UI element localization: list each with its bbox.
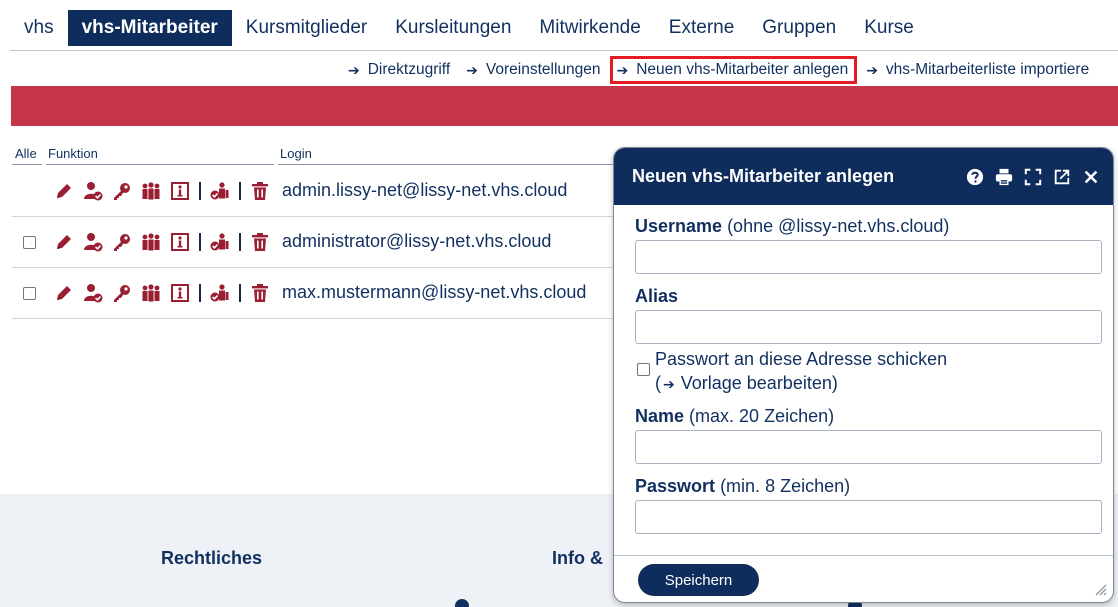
name-input[interactable] bbox=[635, 430, 1102, 464]
header-banner bbox=[11, 86, 1118, 126]
assign-user-icon[interactable] bbox=[210, 232, 230, 252]
nav-divider bbox=[10, 50, 1118, 51]
table-row: administrator@lissy-net.vhs.cloud bbox=[12, 218, 632, 268]
arrow-right-icon: ➔ bbox=[616, 61, 629, 78]
login-link[interactable]: admin.lissy-net@lissy-net.vhs.cloud bbox=[282, 180, 567, 201]
footer-heading-rechtliches: Rechtliches bbox=[161, 548, 263, 568]
link-label: vhs-Mitarbeiterliste importiere bbox=[885, 61, 1090, 78]
tab-externe[interactable]: Externe bbox=[655, 10, 748, 46]
tab-kurse[interactable]: Kurse bbox=[850, 10, 928, 46]
username-label: Username (ohne @lissy-net.vhs.cloud) bbox=[635, 216, 950, 236]
table-row: max.mustermann@lissy-net.vhs.cloud bbox=[12, 269, 632, 319]
table-row: admin.lissy-net@lissy-net.vhs.cloud bbox=[12, 167, 632, 217]
footer-heading-info: Info & bbox=[552, 548, 603, 568]
alias-label: Alias bbox=[635, 286, 679, 306]
link-voreinstellungen[interactable]: ➔ Voreinstellungen bbox=[466, 61, 600, 79]
print-icon[interactable] bbox=[994, 167, 1014, 187]
link-direktzugriff[interactable]: ➔ Direktzugriff bbox=[348, 61, 450, 79]
link-label: Direktzugriff bbox=[367, 61, 451, 78]
dialog-header[interactable]: Neuen vhs-Mitarbeiter anlegen bbox=[614, 148, 1113, 205]
user-check-icon[interactable] bbox=[83, 181, 103, 201]
info-icon[interactable] bbox=[170, 283, 190, 303]
row-checkbox[interactable] bbox=[23, 287, 36, 300]
assign-user-icon[interactable] bbox=[210, 283, 230, 303]
separator bbox=[199, 233, 201, 251]
info-icon[interactable] bbox=[170, 232, 190, 252]
tab-mitwirkende[interactable]: Mitwirkende bbox=[525, 10, 654, 46]
login-link[interactable]: max.mustermann@lissy-net.vhs.cloud bbox=[282, 282, 586, 303]
close-icon[interactable] bbox=[1081, 167, 1101, 187]
edit-template-link[interactable]: Vorlage bearbeiten bbox=[681, 373, 832, 393]
group-icon[interactable] bbox=[141, 232, 161, 252]
link-mitarbeiterliste-importieren[interactable]: ➔ vhs-Mitarbeiterliste importiere bbox=[866, 61, 1089, 79]
dialog-tools bbox=[956, 167, 1101, 187]
fullscreen-icon[interactable] bbox=[1023, 167, 1043, 187]
resize-grip-icon[interactable] bbox=[1093, 582, 1107, 596]
edit-icon[interactable] bbox=[54, 232, 74, 252]
dialog-title: Neuen vhs-Mitarbeiter anlegen bbox=[632, 166, 895, 186]
arrow-right-icon: ➔ bbox=[663, 376, 675, 392]
separator bbox=[199, 284, 201, 302]
edit-icon[interactable] bbox=[54, 283, 74, 303]
group-icon[interactable] bbox=[141, 181, 161, 201]
header-divider bbox=[278, 164, 618, 165]
tab-kursmitglieder[interactable]: Kursmitglieder bbox=[232, 10, 381, 46]
alias-input[interactable] bbox=[635, 310, 1102, 344]
key-icon[interactable] bbox=[112, 181, 132, 201]
user-check-icon[interactable] bbox=[83, 232, 103, 252]
arrow-right-icon: ➔ bbox=[466, 61, 478, 78]
template-link-wrapper: (➔ Vorlage bearbeiten) bbox=[655, 373, 838, 393]
arrow-right-icon: ➔ bbox=[348, 61, 360, 78]
tab-vhs[interactable]: vhs bbox=[10, 10, 68, 46]
delete-icon[interactable] bbox=[250, 181, 270, 201]
send-password-label: Passwort an diese Adresse schicken bbox=[655, 349, 948, 369]
username-input[interactable] bbox=[635, 240, 1102, 274]
top-navigation: vhs vhs-Mitarbeiter Kursmitglieder Kursl… bbox=[10, 10, 928, 46]
key-icon[interactable] bbox=[112, 232, 132, 252]
column-header-alle[interactable]: Alle bbox=[15, 146, 37, 161]
group-icon[interactable] bbox=[141, 283, 161, 303]
delete-icon[interactable] bbox=[250, 283, 270, 303]
tab-kursleitungen[interactable]: Kursleitungen bbox=[381, 10, 525, 46]
column-header-login[interactable]: Login bbox=[280, 146, 312, 161]
help-icon[interactable] bbox=[965, 167, 985, 187]
footer-bullet bbox=[455, 599, 469, 607]
save-button[interactable]: Speichern bbox=[638, 564, 759, 596]
header-divider bbox=[12, 164, 42, 165]
sub-navigation: ➔ Direktzugriff ➔ Voreinstellungen ➔ Neu… bbox=[348, 56, 1105, 84]
key-icon[interactable] bbox=[112, 283, 132, 303]
edit-icon[interactable] bbox=[54, 181, 74, 201]
user-check-icon[interactable] bbox=[83, 283, 103, 303]
password-input[interactable] bbox=[635, 500, 1102, 534]
delete-icon[interactable] bbox=[250, 232, 270, 252]
row-actions bbox=[54, 232, 279, 252]
new-employee-dialog: Neuen vhs-Mitarbeiter anlegen Username (… bbox=[613, 147, 1114, 603]
link-label: Neuen vhs-Mitarbeiter anlegen bbox=[636, 61, 849, 78]
column-header-funktion: Funktion bbox=[48, 146, 98, 161]
link-neuen-mitarbeiter-anlegen[interactable]: ➔ Neuen vhs-Mitarbeiter anlegen bbox=[609, 56, 858, 84]
popout-icon[interactable] bbox=[1052, 167, 1072, 187]
dialog-footer: Speichern bbox=[614, 555, 1113, 602]
assign-user-icon[interactable] bbox=[210, 181, 230, 201]
password-label: Passwort (min. 8 Zeichen) bbox=[635, 476, 851, 496]
arrow-right-icon: ➔ bbox=[866, 61, 878, 78]
name-label: Name (max. 20 Zeichen) bbox=[635, 406, 835, 426]
row-actions bbox=[54, 181, 279, 201]
tab-gruppen[interactable]: Gruppen bbox=[748, 10, 850, 46]
row-actions bbox=[54, 283, 279, 303]
separator bbox=[199, 182, 201, 200]
dialog-body: Username (ohne @lissy-net.vhs.cloud) Ali… bbox=[614, 205, 1113, 555]
info-icon[interactable] bbox=[170, 181, 190, 201]
tab-vhs-mitarbeiter[interactable]: vhs-Mitarbeiter bbox=[67, 10, 232, 46]
separator bbox=[239, 284, 241, 302]
separator bbox=[239, 233, 241, 251]
login-link[interactable]: administrator@lissy-net.vhs.cloud bbox=[282, 231, 551, 252]
header-divider bbox=[46, 164, 274, 165]
send-password-checkbox[interactable] bbox=[637, 363, 650, 376]
link-label: Voreinstellungen bbox=[485, 61, 601, 78]
row-checkbox[interactable] bbox=[23, 236, 36, 249]
separator bbox=[239, 182, 241, 200]
